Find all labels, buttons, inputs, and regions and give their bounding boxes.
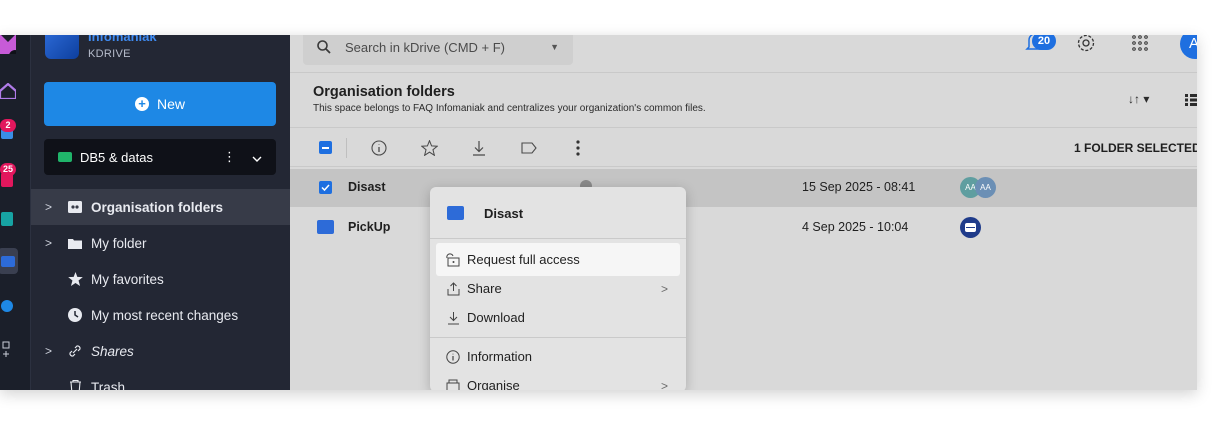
user-avatar[interactable]: A (1180, 35, 1197, 59)
search-icon (317, 40, 331, 54)
sidebar-item-trash[interactable]: Trash (31, 369, 290, 390)
row-date: 15 Sep 2025 - 08:41 (802, 180, 916, 194)
selection-count: 1 FOLDER SELECTED (1074, 141, 1197, 155)
sidebar-item-label: My favorites (91, 271, 164, 287)
team-folder-icon (67, 201, 83, 213)
contacts-app-icon[interactable] (0, 210, 16, 228)
search-box[interactable]: Search in kDrive (CMD + F) ▼ (303, 35, 573, 65)
list-view-icon[interactable] (1185, 93, 1197, 111)
info-icon (444, 349, 462, 364)
brand-subtitle: KDRIVE (88, 48, 131, 60)
brand-name: Infomaniak (88, 35, 157, 44)
share-icon (444, 281, 462, 296)
sidebar-item-my-favorites[interactable]: My favorites (31, 261, 290, 297)
top-bar: Search in kDrive (CMD + F) ▼ 20 A (290, 35, 1197, 73)
app-rail: 2 25 (0, 35, 31, 390)
chevron-right-icon[interactable]: > (45, 236, 59, 250)
menu-item-label: Request full access (467, 252, 580, 267)
page-description: This space belongs to FAQ Infomaniak and… (313, 103, 706, 114)
mail-badge: 2 (0, 119, 16, 132)
chevron-right-icon: > (660, 281, 668, 296)
chevron-right-icon: > (660, 378, 668, 391)
folder-icon (67, 238, 83, 249)
home-icon[interactable] (0, 82, 16, 100)
sidebar-item-label: My most recent changes (91, 307, 239, 323)
download-icon (444, 311, 462, 325)
context-menu-title: Disast (484, 206, 524, 221)
sort-button[interactable]: ↓↑ ▾ (1128, 92, 1149, 106)
download-icon[interactable] (469, 138, 489, 158)
sidebar-item-my-folder[interactable]: > My folder (31, 225, 290, 261)
row-name[interactable]: Disast (348, 180, 386, 194)
sidebar-item-label: Trash (91, 379, 126, 391)
sidebar-item-recent-changes[interactable]: My most recent changes (31, 297, 290, 333)
selection-toolbar: 1 FOLDER SELECTED (290, 127, 1197, 167)
row-checkbox[interactable] (319, 181, 332, 194)
menu-item-label: Share (467, 281, 502, 296)
clock-icon (67, 308, 83, 322)
table-row[interactable]: Disast 15 Sep 2025 - 08:41 AA AA (290, 169, 1197, 207)
new-button[interactable]: + New (44, 82, 276, 126)
star-outline-icon[interactable] (419, 138, 439, 158)
trash-icon (67, 380, 83, 390)
chevron-right-icon[interactable]: > (45, 200, 59, 214)
sidebar-item-organisation-folders[interactable]: > Organisation folders (31, 189, 290, 225)
notification-badge: 20 (1032, 35, 1056, 50)
context-menu: Disast Request full access Share > Downl… (430, 187, 686, 390)
kdrive-window: 2 25 Infomaniak KDRIVE + New DB5 & datas (0, 35, 1197, 390)
plus-icon: + (134, 97, 149, 111)
sidebar-item-label: Shares (91, 343, 134, 359)
request-access-icon (444, 252, 462, 267)
menu-divider (430, 337, 686, 338)
menu-item-label: Organise (467, 378, 520, 390)
sidebar-item-shares[interactable]: > Shares (31, 333, 290, 369)
kdrive-app-icon[interactable] (0, 248, 18, 274)
team-folder-icon (317, 220, 334, 234)
context-menu-header: Disast (430, 187, 686, 239)
organise-icon (444, 379, 462, 390)
more-vertical-icon[interactable] (568, 138, 588, 158)
infomaniak-app-icon[interactable] (0, 35, 16, 54)
menu-item-label: Download (467, 310, 525, 325)
avatar: AA (975, 177, 996, 198)
gear-icon[interactable] (1076, 35, 1096, 58)
chevron-right-icon[interactable]: > (45, 344, 59, 358)
caret-down-icon[interactable]: ▼ (550, 42, 559, 52)
kdrive-logo (45, 35, 79, 59)
swisstransfer-app-icon[interactable] (0, 297, 16, 315)
info-icon[interactable] (369, 138, 389, 158)
add-app-icon[interactable] (0, 340, 16, 358)
page-title: Organisation folders (313, 84, 455, 100)
apps-grid-icon[interactable] (1132, 35, 1148, 56)
drive-name: DB5 & datas (80, 149, 153, 165)
star-icon (67, 272, 83, 286)
sidebar: Infomaniak KDRIVE + New DB5 & datas ⋮ > … (31, 35, 290, 390)
calendar-badge: 25 (0, 163, 17, 176)
drive-selector[interactable]: DB5 & datas ⋮ (44, 139, 276, 175)
row-name[interactable]: PickUp (348, 220, 390, 234)
sidebar-item-label: My folder (91, 235, 147, 251)
menu-item-label: Information (467, 349, 533, 364)
search-input[interactable]: Search in kDrive (CMD + F) (345, 40, 505, 55)
drive-avatar-icon (960, 217, 981, 238)
table-row[interactable]: PickUp 4 Sep 2025 - 10:04 (290, 209, 1197, 247)
link-icon (67, 344, 83, 358)
toolbar-divider (346, 138, 347, 158)
main-panel: Search in kDrive (CMD + F) ▼ 20 A Organi… (290, 35, 1197, 390)
row-date: 4 Sep 2025 - 10:04 (802, 220, 909, 234)
chevron-down-icon[interactable] (252, 150, 262, 165)
drive-icon (58, 152, 72, 162)
team-folder-icon (447, 206, 464, 220)
new-button-label: New (156, 96, 185, 112)
label-icon[interactable] (519, 138, 539, 158)
sidebar-item-label: Organisation folders (91, 199, 224, 215)
menu-item-download[interactable]: Download (436, 301, 680, 334)
select-all-checkbox[interactable] (319, 141, 332, 154)
menu-item-organise[interactable]: Organise > (436, 369, 680, 390)
drive-more-icon[interactable]: ⋮ (223, 149, 236, 165)
